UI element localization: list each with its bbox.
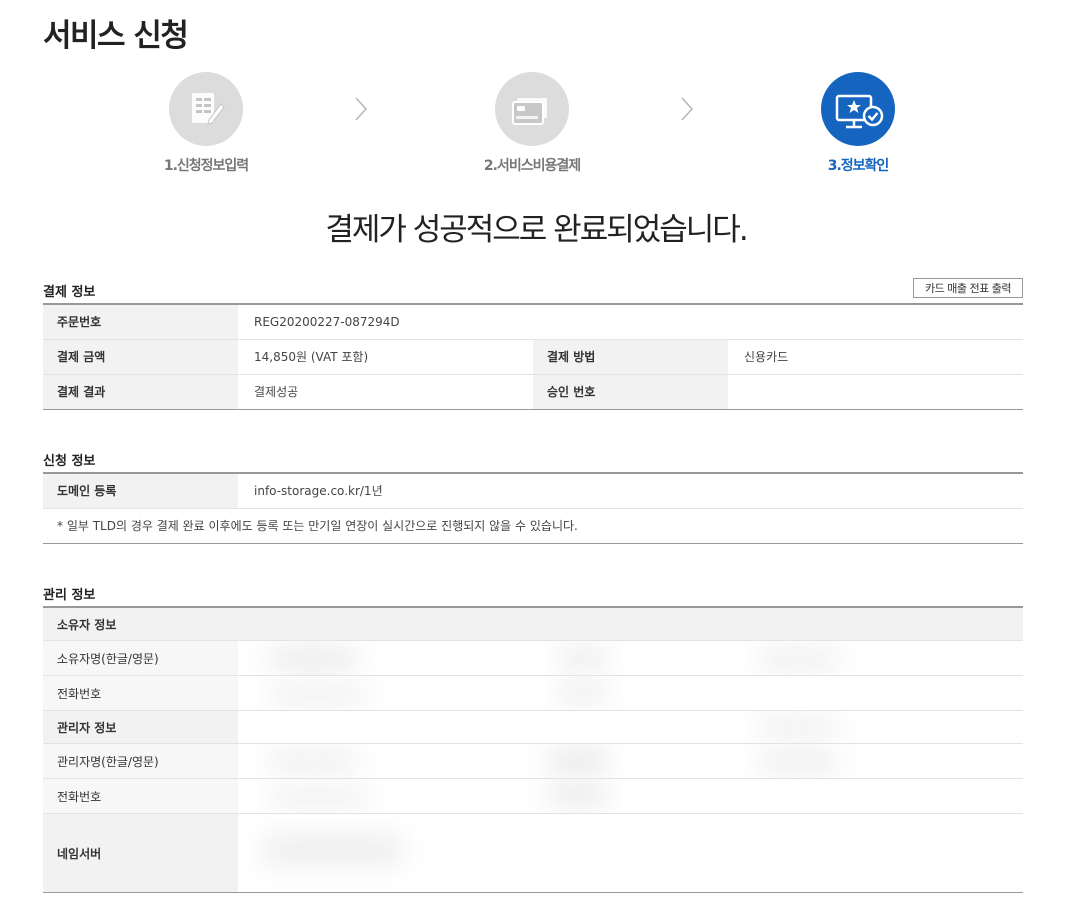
page-title: 서비스 신청 — [43, 18, 189, 54]
admin-group-row: 관리자 정보 — [43, 711, 1023, 744]
table-row: 관리자명(한글/영문) — [43, 744, 1023, 779]
owner-phone-label: 전화번호 — [43, 676, 238, 710]
step-2-circle — [495, 72, 569, 146]
result-label: 결제 결과 — [43, 374, 238, 410]
table-row: 결제 금액 14,850원 (VAT 포함) 결제 방법 신용카드 — [43, 339, 1023, 375]
table-row: 전화번호 — [43, 676, 1023, 711]
step-1-label: 1.신청정보입력 — [163, 158, 249, 174]
order-no-value: REG20200227-087294D — [238, 304, 1023, 340]
owner-group-row: 소유자 정보 — [43, 608, 1023, 641]
table-row: 도메인 등록 info-storage.co.kr/1년 — [43, 473, 1023, 509]
step-1-circle — [169, 72, 243, 146]
approval-label: 승인 번호 — [533, 374, 728, 410]
monitor-check-icon — [835, 94, 884, 129]
tld-notice: * 일부 TLD의 경우 결제 완료 이후에도 등록 또는 만기일 연장이 실시… — [43, 508, 1023, 544]
step-3-label: 3.정보확인 — [827, 158, 890, 174]
approval-value — [728, 374, 1023, 410]
domain-label: 도메인 등록 — [43, 473, 238, 509]
management-section-title: 관리 정보 — [43, 588, 96, 603]
owner-group-label: 소유자 정보 — [43, 608, 238, 640]
admin-phone-redacted — [238, 779, 1023, 813]
admin-group-label: 관리자 정보 — [43, 711, 238, 743]
amount-label: 결제 금액 — [43, 339, 238, 375]
admin-phone-label: 전화번호 — [43, 779, 238, 813]
table-row: 전화번호 — [43, 779, 1023, 814]
nameserver-label: 네임서버 — [43, 814, 238, 892]
table-row: 주문번호 REG20200227-087294D — [43, 304, 1023, 340]
application-section-title: 신청 정보 — [43, 454, 96, 469]
chevron-right-icon — [355, 97, 368, 121]
admin-group-redacted — [238, 711, 1023, 743]
step-3: 3.정보확인 — [758, 72, 958, 175]
step-1: 1.신청정보입력 — [106, 72, 306, 175]
chevron-right-icon — [681, 97, 694, 121]
admin-name-redacted — [238, 744, 1023, 778]
application-info-table: 도메인 등록 info-storage.co.kr/1년 * 일부 TLD의 경… — [43, 472, 1023, 544]
result-value: 결제성공 — [238, 374, 533, 410]
admin-name-label: 관리자명(한글/영문) — [43, 744, 238, 778]
step-2-label: 2.서비스비용결제 — [483, 158, 581, 174]
payment-section-title: 결제 정보 — [43, 285, 96, 300]
domain-value: info-storage.co.kr/1년 — [238, 473, 1023, 509]
credit-card-icon — [512, 98, 547, 125]
owner-name-redacted — [238, 641, 1023, 675]
owner-group-fill — [238, 608, 1023, 640]
table-row: 소유자명(한글/영문) — [43, 641, 1023, 676]
table-row: 네임서버 — [43, 814, 1023, 893]
owner-phone-redacted — [238, 676, 1023, 710]
order-no-label: 주문번호 — [43, 304, 238, 340]
management-info-table: 소유자 정보 소유자명(한글/영문) 전화번호 관리자 정보 관리자명(한글/영… — [43, 606, 1023, 893]
success-headline: 결제가 성공적으로 완료되었습니다. — [325, 212, 748, 248]
owner-name-label: 소유자명(한글/영문) — [43, 641, 238, 675]
payment-info-table: 주문번호 REG20200227-087294D 결제 금액 14,850원 (… — [43, 303, 1023, 410]
table-row: * 일부 TLD의 경우 결제 완료 이후에도 등록 또는 만기일 연장이 실시… — [43, 508, 1023, 544]
nameserver-redacted — [238, 814, 1023, 892]
amount-value: 14,850원 (VAT 포함) — [238, 339, 533, 375]
table-row: 결제 결과 결제성공 승인 번호 — [43, 374, 1023, 410]
print-card-receipt-button[interactable]: 카드 매출 전표 출력 — [913, 278, 1023, 298]
method-value: 신용카드 — [728, 339, 1023, 375]
step-2: 2.서비스비용결제 — [432, 72, 632, 175]
step-3-circle — [821, 72, 895, 146]
form-edit-icon — [192, 93, 225, 125]
method-label: 결제 방법 — [533, 339, 728, 375]
